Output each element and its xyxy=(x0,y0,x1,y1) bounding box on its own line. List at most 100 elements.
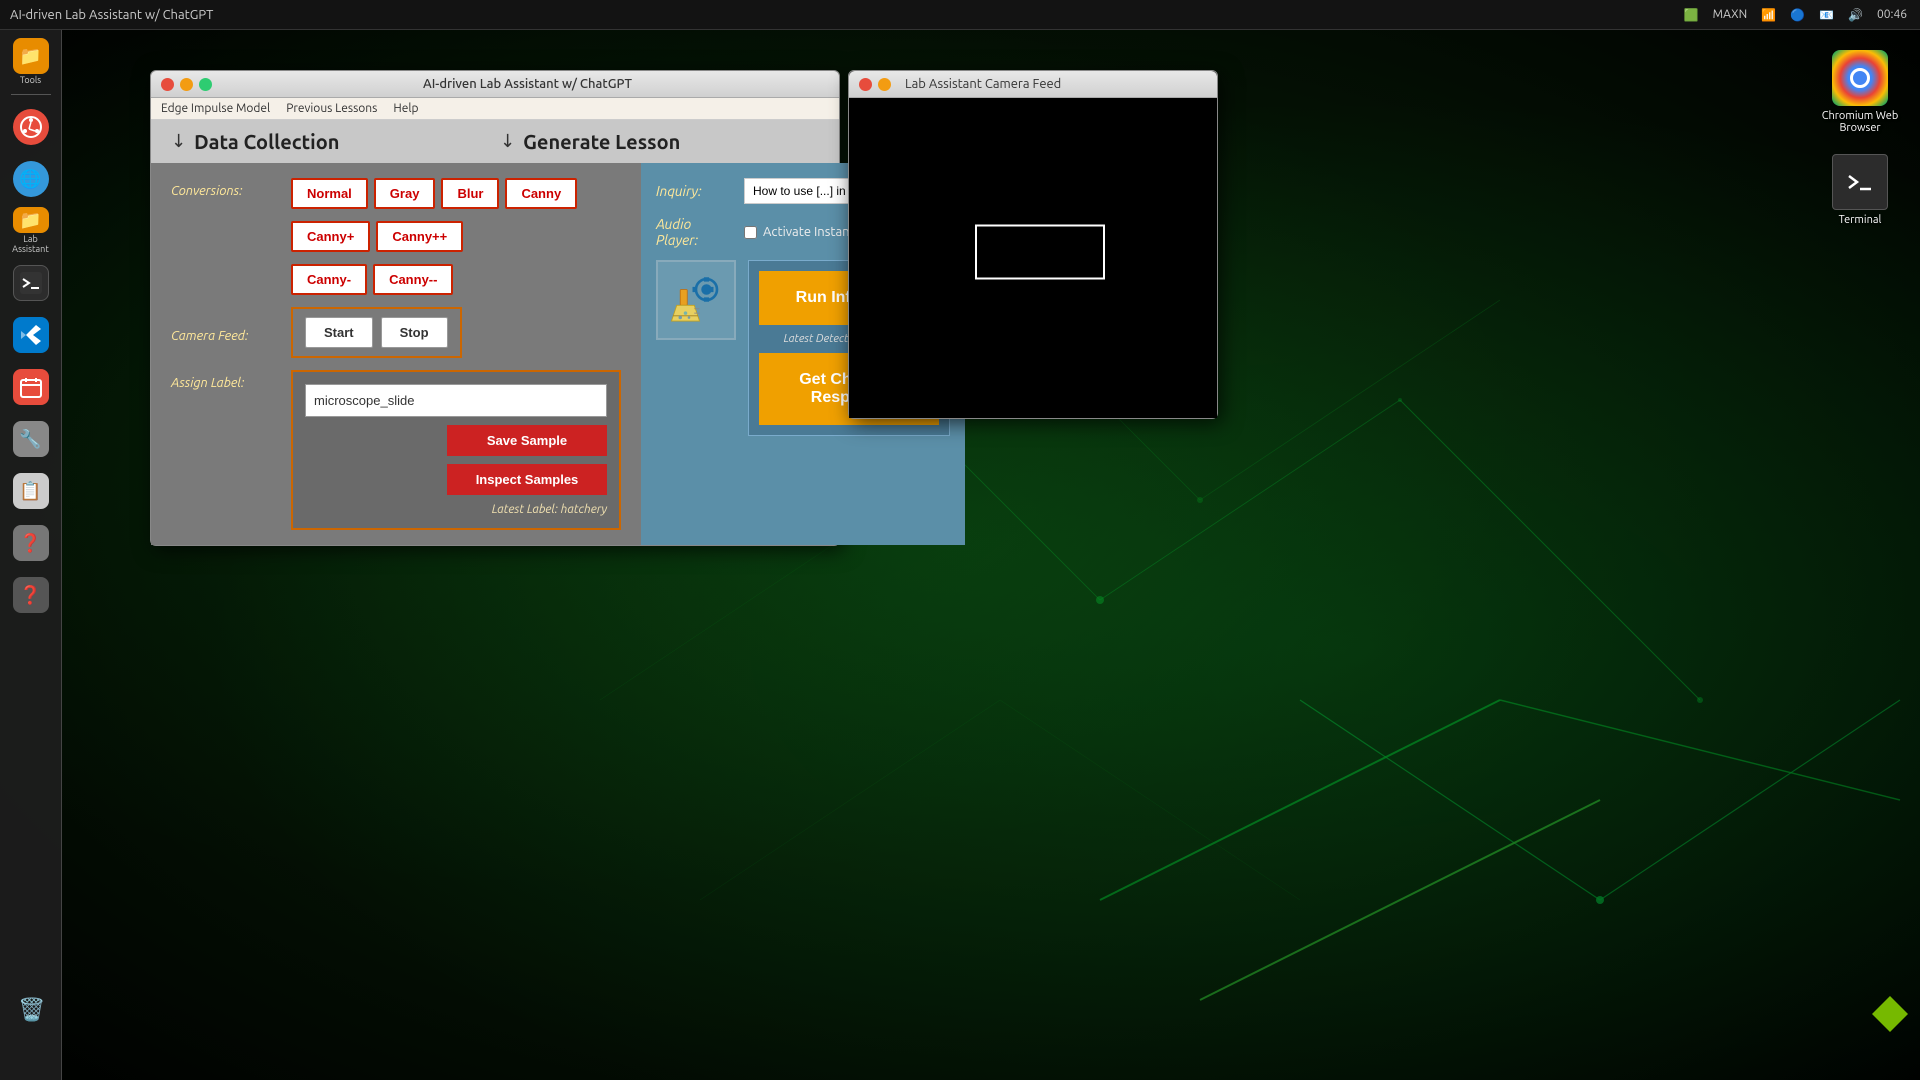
desktop-icon-chromium[interactable]: Chromium WebBrowser xyxy=(1820,50,1900,134)
app-window-title: AI-driven Lab Assistant w/ ChatGPT xyxy=(226,77,829,91)
lab-folder-icon: 📁 xyxy=(13,207,49,233)
inspect-samples-btn[interactable]: Inspect Samples xyxy=(447,464,607,495)
dock-item-help[interactable]: ❓ xyxy=(7,519,55,567)
audio-player-label: Audio Player: xyxy=(656,216,736,248)
chromium-label: Chromium WebBrowser xyxy=(1822,110,1899,134)
assign-label-box: Save Sample Inspect Samples Latest Label… xyxy=(291,370,621,530)
lab-icon-box xyxy=(656,260,736,340)
dock-item-vscode[interactable] xyxy=(7,311,55,359)
dock-label-lab: LabAssistant xyxy=(12,235,49,255)
btn-canny-minus-minus[interactable]: Canny-- xyxy=(373,264,453,295)
camera-stop-btn[interactable]: Stop xyxy=(381,317,448,348)
btn-canny-minus[interactable]: Canny- xyxy=(291,264,367,295)
assign-label-row: Assign Label: Save Sample Inspect Sample… xyxy=(171,370,621,530)
window-close-btn[interactable] xyxy=(161,78,174,91)
data-collection-title: Data Collection xyxy=(194,130,339,153)
btn-normal[interactable]: Normal xyxy=(291,178,368,209)
help-icon: ❓ xyxy=(13,525,49,561)
conversion-buttons-row3: Canny- Canny-- xyxy=(291,264,453,295)
taskbar-right: 🟩 MAXN 📶 🔵 📧 🔊 00:46 xyxy=(1681,8,1910,22)
terminal-icon xyxy=(13,265,49,301)
desktop-icon-terminal[interactable]: Terminal xyxy=(1820,154,1900,226)
label-input-field[interactable] xyxy=(305,384,607,417)
wifi-icon: 📶 xyxy=(1758,8,1779,22)
notes-icon: 📋 xyxy=(13,473,49,509)
dock-separator-1 xyxy=(11,94,51,95)
camera-start-btn[interactable]: Start xyxy=(305,317,373,348)
calendar-icon xyxy=(13,369,49,405)
conversion-buttons-row1: Normal Gray Blur Canny xyxy=(291,178,577,209)
save-sample-btn[interactable]: Save Sample xyxy=(447,425,607,456)
dock-item-settings[interactable]: 🔧 xyxy=(7,415,55,463)
generate-lesson-title: Generate Lesson xyxy=(523,130,680,153)
conversions-row-2: Canny+ Canny++ xyxy=(171,221,621,252)
dock-label-tools: Tools xyxy=(20,76,41,86)
menu-edge-impulse[interactable]: Edge Impulse Model xyxy=(161,102,270,115)
camera-feed-display xyxy=(849,98,1217,418)
menu-previous-lessons[interactable]: Previous Lessons xyxy=(286,102,377,115)
dock-item-lab-assistant[interactable]: 📁 LabAssistant xyxy=(7,207,55,255)
app-window: AI-driven Lab Assistant w/ ChatGPT Edge … xyxy=(150,70,840,546)
camera-feed-label: Camera Feed: xyxy=(171,323,291,343)
camera-close-btn[interactable] xyxy=(859,78,872,91)
menu-help[interactable]: Help xyxy=(393,102,418,115)
bluetooth-icon: 🔵 xyxy=(1787,8,1808,22)
btn-blur[interactable]: Blur xyxy=(441,178,499,209)
vscode-icon xyxy=(13,317,49,353)
dock-item-tools[interactable]: 📁 Tools xyxy=(7,38,55,86)
generate-lesson-arrow: ↓ xyxy=(500,131,515,152)
conversion-buttons-row2: Canny+ Canny++ xyxy=(291,221,463,252)
dock-item-trash[interactable]: 🗑️ xyxy=(12,990,52,1030)
latest-label-display: Latest Label: hatchery xyxy=(305,503,607,516)
camera-feed-window: Lab Assistant Camera Feed xyxy=(848,70,1218,419)
ubuntu-icon xyxy=(13,109,49,145)
btn-canny-plus[interactable]: Canny+ xyxy=(291,221,370,252)
dock: 📁 Tools 🌐 📁 LabAssistant 🔧 📋 xyxy=(0,30,62,1080)
panel-data-collection: Conversions: Normal Gray Blur Canny Cann… xyxy=(151,163,641,545)
chromium-icon xyxy=(1832,50,1888,106)
camera-window-title: Lab Assistant Camera Feed xyxy=(905,77,1061,91)
detection-bounding-box xyxy=(975,224,1105,279)
app-panels: Conversions: Normal Gray Blur Canny Cann… xyxy=(151,163,839,545)
dock-item-browser[interactable]: 🌐 xyxy=(7,155,55,203)
dock-item-calendar[interactable] xyxy=(7,363,55,411)
data-collection-arrow: ↓ xyxy=(171,131,186,152)
terminal-desktop-label: Terminal xyxy=(1839,214,1882,226)
browser-icon: 🌐 xyxy=(13,161,49,197)
tools-folder-icon: 📁 xyxy=(13,38,49,74)
camera-feed-row: Camera Feed: Start Stop xyxy=(171,307,621,358)
taskbar-app-title: AI-driven Lab Assistant w/ ChatGPT xyxy=(10,8,213,22)
conversions-row-1: Conversions: Normal Gray Blur Canny xyxy=(171,178,621,209)
app-header: ↓ Data Collection ↓ Generate Lesson xyxy=(151,120,839,163)
conversions-label-empty2 xyxy=(171,264,291,270)
window-minimize-btn[interactable] xyxy=(180,78,193,91)
assign-label-text: Assign Label: xyxy=(171,370,291,390)
btn-canny[interactable]: Canny xyxy=(505,178,577,209)
header-data-collection: ↓ Data Collection xyxy=(171,130,490,153)
nvidia-icon: 🟩 xyxy=(1681,8,1702,22)
settings-wrench-icon: 🔧 xyxy=(13,421,49,457)
terminal-desktop-icon xyxy=(1832,154,1888,210)
header-generate-lesson: ↓ Generate Lesson xyxy=(490,130,819,153)
activate-instant-play-checkbox[interactable] xyxy=(744,226,757,239)
time-display: 00:46 xyxy=(1874,8,1910,21)
desktop-icons: Chromium WebBrowser Terminal xyxy=(1820,50,1900,226)
help2-icon: ❓ xyxy=(13,577,49,613)
dock-item-notes[interactable]: 📋 xyxy=(7,467,55,515)
dock-item-terminal[interactable] xyxy=(7,259,55,307)
dock-item-help2[interactable]: ❓ xyxy=(7,571,55,619)
lab-icon-svg xyxy=(661,265,731,335)
conversions-label-empty xyxy=(171,221,291,227)
window-maximize-btn[interactable] xyxy=(199,78,212,91)
btn-gray[interactable]: Gray xyxy=(374,178,436,209)
conversions-row-3: Canny- Canny-- xyxy=(171,264,621,295)
clock-icon: 📧 xyxy=(1816,8,1837,22)
app-menubar: Edge Impulse Model Previous Lessons Help xyxy=(151,98,839,120)
btn-canny-plus-plus[interactable]: Canny++ xyxy=(376,221,463,252)
camera-minimize-btn[interactable] xyxy=(878,78,891,91)
dock-item-ubuntu[interactable] xyxy=(7,103,55,151)
taskbar-user: MAXN xyxy=(1710,8,1751,21)
conversions-label: Conversions: xyxy=(171,178,291,198)
nvidia-bottom-icon xyxy=(1872,996,1908,1032)
taskbar-top: AI-driven Lab Assistant w/ ChatGPT 🟩 MAX… xyxy=(0,0,1920,30)
